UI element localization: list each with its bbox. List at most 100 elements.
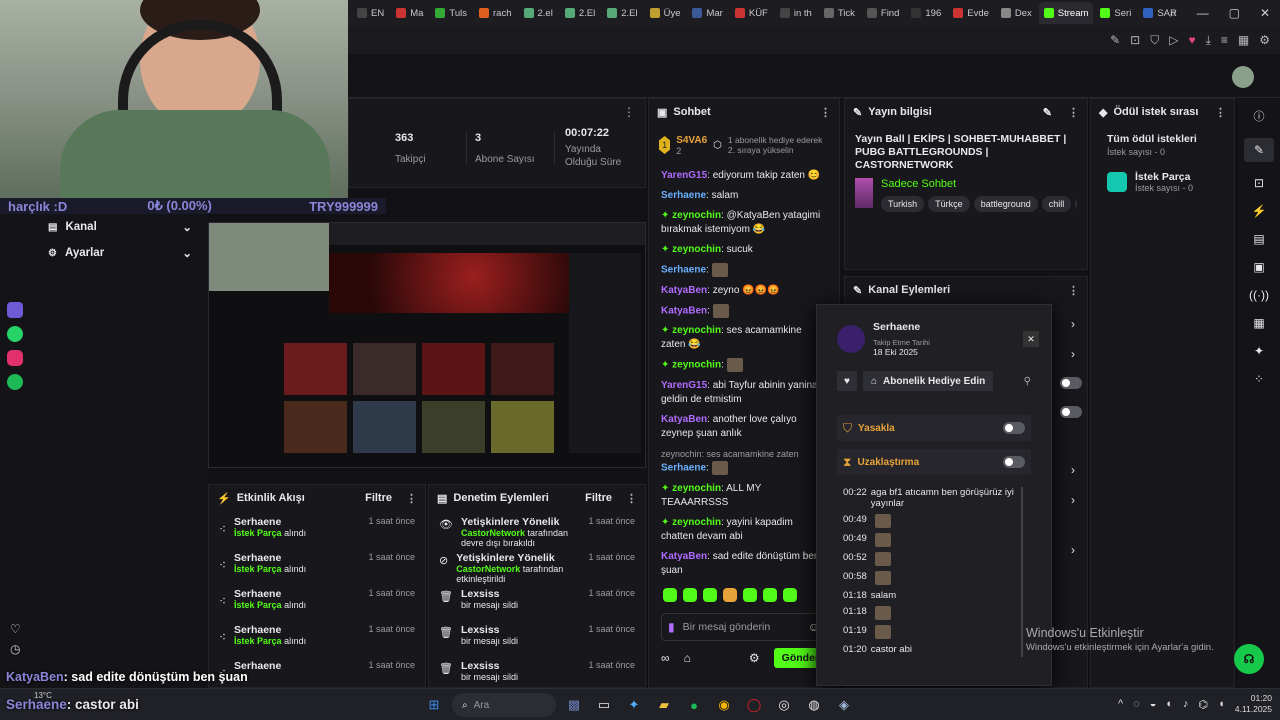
heart-sidebar-icon[interactable]: ♡ bbox=[10, 622, 21, 636]
chat-username[interactable]: zeynochin bbox=[672, 244, 721, 255]
close-icon[interactable]: ✕ bbox=[1260, 6, 1270, 20]
browser-tab[interactable]: 2.El bbox=[560, 2, 600, 24]
play-icon[interactable]: ▷ bbox=[1169, 33, 1178, 47]
moderation-item[interactable]: 🗑 Lexsiss bir mesajı sildi 1 saat önce bbox=[429, 583, 645, 619]
activity-item[interactable]: ⁖ Serhaene İstek Parça alındı 1 saat önce bbox=[209, 547, 425, 583]
obs-icon[interactable]: ◍ bbox=[802, 693, 826, 717]
chat-message[interactable]: KatyaBen: bbox=[661, 303, 827, 319]
moderation-item[interactable]: 👁 Yetişkinlere Yönelik CastorNetwork taraf… bbox=[429, 511, 645, 548]
settings-icon[interactable]: ⚙ bbox=[749, 651, 760, 665]
emote-icon[interactable] bbox=[723, 588, 737, 602]
chat-message[interactable]: ✦ zeynochin: @KatyaBen yatagimi bırakmak… bbox=[661, 209, 827, 237]
volume-icon[interactable]: ◖ bbox=[1218, 698, 1225, 710]
chat-message[interactable]: zeynochin: ses acamamkine zaten Serhaene: bbox=[661, 447, 827, 476]
chevron-right-icon[interactable]: › bbox=[1071, 463, 1075, 477]
chat-menu-icon[interactable]: ⋮ bbox=[820, 106, 831, 119]
heart-button[interactable]: ♥ bbox=[837, 371, 857, 391]
stream-tag[interactable]: fp bbox=[1075, 196, 1077, 212]
moderation-item[interactable]: 🗑 Lexsiss bir mesajı sildi 1 saat önce bbox=[429, 619, 645, 655]
chat-username[interactable]: zeynochin bbox=[672, 517, 721, 528]
browser-tab[interactable]: Üye bbox=[645, 2, 686, 24]
edit-icon[interactable]: ✎ bbox=[1043, 106, 1052, 119]
instagram-icon[interactable] bbox=[0, 346, 30, 370]
chat-username[interactable]: Serhaene bbox=[661, 463, 706, 474]
chat-message[interactable]: KatyaBen: sad edite dönüştüm ben şuan bbox=[661, 550, 827, 578]
chat-message[interactable]: KatyaBen: zeyno 😡😡😡 bbox=[661, 284, 827, 298]
emote-icon[interactable] bbox=[703, 588, 717, 602]
browser-tab[interactable]: in th bbox=[775, 2, 817, 24]
browser-tab[interactable]: Stream bbox=[1038, 2, 1094, 24]
opera-icon[interactable]: ◯ bbox=[742, 693, 766, 717]
tray-app-icon[interactable]: ◐ bbox=[1166, 698, 1173, 710]
menu-icon[interactable]: ≡ bbox=[1221, 33, 1228, 47]
mic-icon[interactable]: ♪ bbox=[1183, 698, 1189, 710]
weather-temp[interactable]: 13°C bbox=[34, 691, 52, 700]
moderation-item[interactable]: 🗑 Lexsiss bir mesajı sildi 1 saat önce bbox=[429, 655, 645, 691]
windows-start-icon[interactable]: ⊞ bbox=[422, 693, 446, 717]
spotify-icon[interactable] bbox=[0, 370, 30, 394]
chat-username[interactable]: KatyaBen bbox=[661, 285, 707, 296]
news-icon[interactable]: ▩ bbox=[562, 693, 586, 717]
moderation-menu-icon[interactable]: ⋮ bbox=[626, 492, 637, 505]
browser-tab[interactable]: Tick bbox=[819, 2, 860, 24]
browser-tab[interactable]: KÜF bbox=[730, 2, 773, 24]
chrome-icon[interactable]: ◉ bbox=[712, 693, 736, 717]
tray-chevron-icon[interactable]: ^ bbox=[1118, 698, 1123, 710]
chat-username[interactable]: KatyaBen bbox=[661, 551, 707, 562]
maximize-icon[interactable]: ▢ bbox=[1229, 6, 1240, 20]
browser-tab[interactable]: 196 bbox=[906, 2, 946, 24]
tray-app-icon[interactable]: ◒ bbox=[1150, 698, 1157, 710]
chat-message[interactable]: Serhaene: salam bbox=[661, 189, 827, 203]
capture-icon[interactable]: ⊡ bbox=[1254, 176, 1264, 190]
timeout-toggle[interactable] bbox=[1003, 456, 1025, 468]
activity-filter-button[interactable]: Filtre bbox=[365, 492, 392, 504]
category-name[interactable]: Sadece Sohbet bbox=[881, 178, 1077, 190]
chat-username[interactable]: zeynochin bbox=[672, 210, 721, 221]
layout-icon[interactable]: ▦ bbox=[1253, 316, 1264, 330]
nav-ayarlar[interactable]: ⚙ Ayarlar ⌄ bbox=[0, 242, 208, 264]
channel-actions-menu-icon[interactable]: ⋮ bbox=[1068, 284, 1079, 297]
all-rewards-label[interactable]: Tüm ödül istekleri bbox=[1107, 133, 1218, 145]
chat-message[interactable]: Serhaene: bbox=[661, 263, 827, 278]
browser-tab[interactable]: EN bbox=[352, 2, 389, 24]
link-icon[interactable]: ∞ bbox=[661, 651, 670, 665]
chevron-right-icon[interactable]: › bbox=[1071, 347, 1075, 361]
copilot-icon[interactable]: ✦ bbox=[622, 693, 646, 717]
stream-tag[interactable]: battleground bbox=[973, 196, 1038, 212]
side-toggle[interactable] bbox=[1060, 406, 1082, 421]
chat-username[interactable]: zeynochin bbox=[672, 360, 721, 371]
side-toggle[interactable] bbox=[1060, 377, 1082, 392]
shield-icon[interactable]: ⛉ bbox=[1150, 33, 1159, 48]
chat-username[interactable]: Serhaene bbox=[661, 265, 706, 276]
kick-app-icon[interactable] bbox=[0, 298, 30, 322]
chat-message[interactable]: YarenG15: abi Tayfur abinin yanina geldi… bbox=[661, 379, 827, 407]
moderation-filter-button[interactable]: Filtre bbox=[585, 492, 612, 504]
browser-tab[interactable]: rach bbox=[474, 2, 516, 24]
reward-item[interactable]: İstek Parça İstek sayısı - 0 bbox=[1107, 171, 1218, 193]
broadcast-icon[interactable]: ((·)) bbox=[1249, 288, 1269, 302]
chat-message[interactable]: YarenG15: ediyorum takip zaten 😊 bbox=[661, 169, 827, 183]
heart-icon[interactable]: ♥ bbox=[1188, 33, 1195, 47]
activity-item[interactable]: ⁖ Serhaene İstek Parça alındı 1 saat önce bbox=[209, 583, 425, 619]
chevron-right-icon[interactable]: › bbox=[1071, 543, 1075, 557]
dots-circle-icon[interactable]: ⁘ bbox=[1254, 372, 1264, 386]
minimize-icon[interactable]: — bbox=[1197, 6, 1209, 20]
activity-menu-icon[interactable]: ⋮ bbox=[406, 492, 417, 505]
profile-avatar[interactable] bbox=[1232, 66, 1254, 88]
taskbar-search[interactable]: ⌕ Ara bbox=[452, 693, 556, 717]
emote-icon[interactable] bbox=[663, 588, 677, 602]
chat-bubble-icon[interactable]: ▣ bbox=[1253, 260, 1264, 274]
emote-icon[interactable] bbox=[783, 588, 797, 602]
stream-info-menu-icon[interactable]: ⋮ bbox=[1068, 106, 1079, 119]
chat-username[interactable]: KatyaBen bbox=[661, 414, 707, 425]
clock-sidebar-icon[interactable]: ◷ bbox=[10, 642, 20, 656]
support-button[interactable]: ☊ bbox=[1234, 644, 1264, 674]
chevron-right-icon[interactable]: › bbox=[1071, 317, 1075, 331]
tray-app-icon[interactable]: ◌ bbox=[1133, 698, 1140, 710]
chat-message[interactable]: ✦ zeynochin: ses acamamkine zaten 😂 bbox=[661, 324, 827, 352]
chat-username[interactable]: YarenG15 bbox=[661, 170, 707, 181]
moderation-item[interactable]: ⊘ Yetişkinlere Yönelik CastorNetwork taraf… bbox=[429, 547, 645, 584]
download-icon[interactable]: ⤓ bbox=[1206, 33, 1211, 48]
app-icon[interactable]: ◎ bbox=[772, 693, 796, 717]
wrench-icon[interactable]: ✦ bbox=[1254, 344, 1264, 358]
